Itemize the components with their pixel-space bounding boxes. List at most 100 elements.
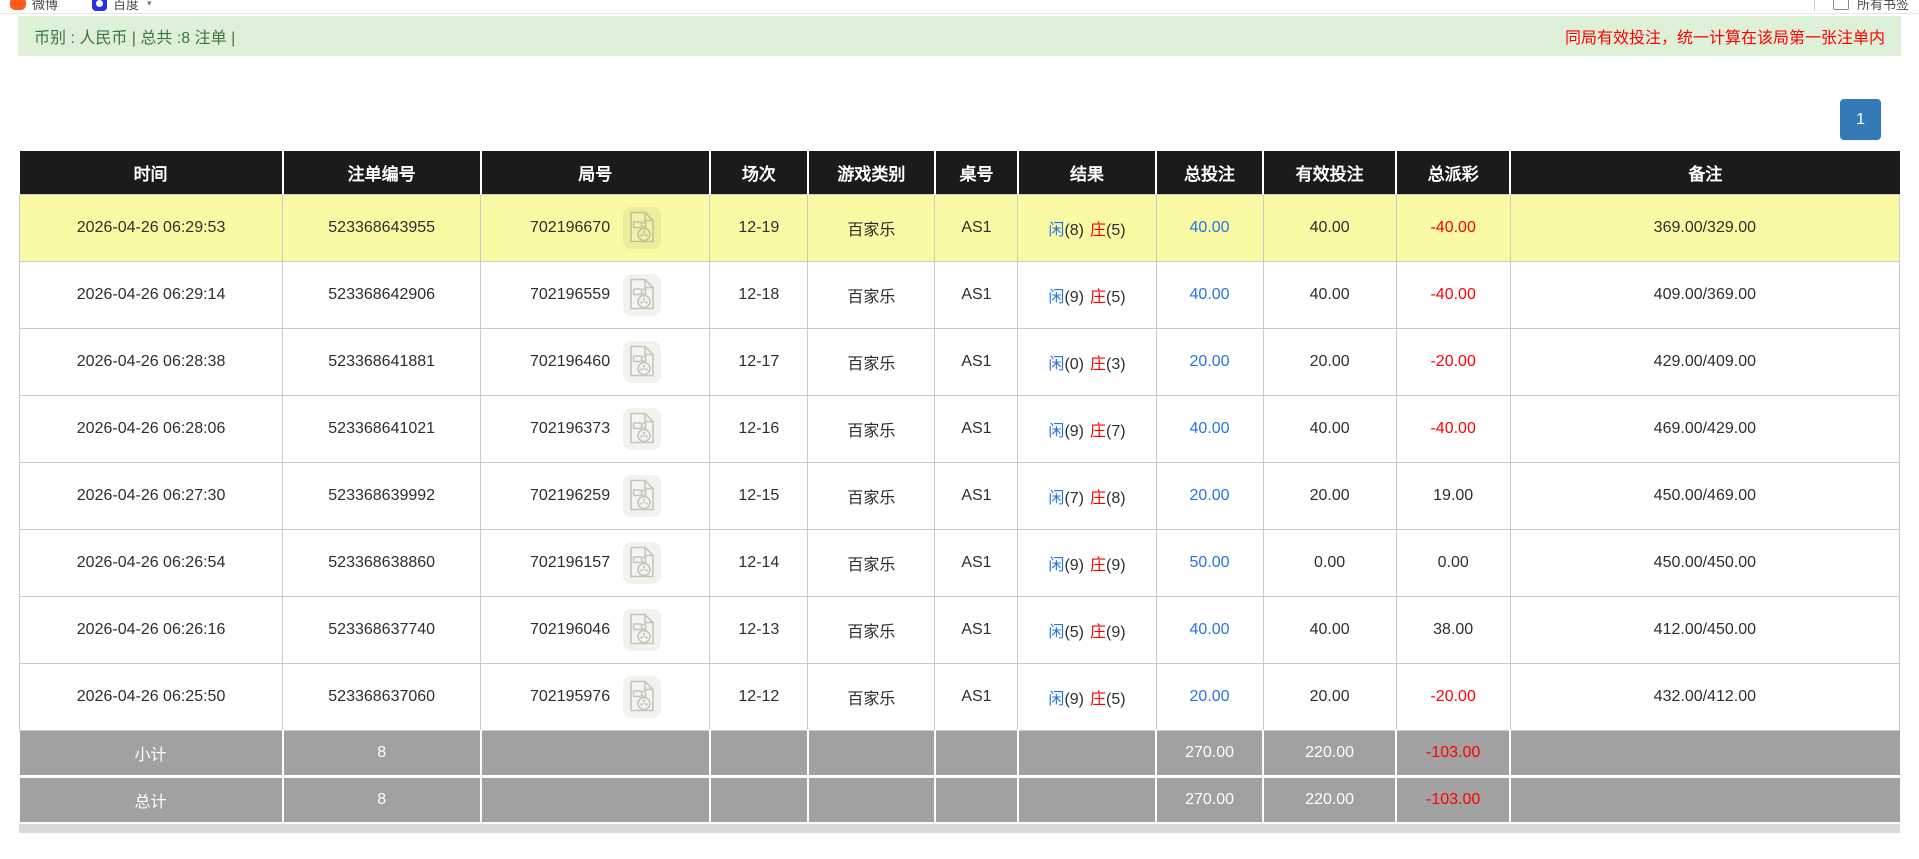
cell-bet-id: 523368639992 [282,462,482,530]
cell-table-no: AS1 [934,328,1019,396]
cell-remark: 450.00/450.00 [1509,529,1901,597]
player-points: (9) [1064,289,1084,306]
column-header-6: 桌号 [934,151,1019,195]
cell-total-bet: 20.00 [1155,328,1264,396]
baidu-icon [92,0,108,11]
cell-bet-id: 523368641021 [282,395,482,463]
bet-records-table: 时间 注单编号 局号 场次 游戏类别 桌号 结果 总投注 有效投注 总派彩 备注 2026-04-2… [18,151,1901,822]
bookmark-item[interactable]: 百度 ▾ [92,0,152,13]
film-document-icon [629,479,654,511]
player-result-label: 闲 [1048,490,1065,507]
table-row: 2026-04-26 06:28:38 523368641881 7021964… [18,328,1901,396]
cell-session: 12-12 [709,663,809,731]
bookmark-label: 百度 [113,0,140,12]
video-replay-button[interactable] [622,207,661,249]
empty-cell [807,775,936,822]
empty-cell [934,775,1019,822]
video-replay-button[interactable] [622,475,661,517]
cell-payout: 0.00 [1395,529,1511,597]
cell-game-type: 百家乐 [807,328,936,396]
cell-remark: 412.00/450.00 [1509,596,1901,664]
cell-payout: 38.00 [1395,596,1511,664]
cell-valid-bet: 20.00 [1262,663,1397,731]
cell-result: 闲(0) 庄(3) [1017,328,1157,396]
cell-time: 2026-04-26 06:27:30 [18,462,284,530]
player-points: (9) [1064,557,1084,574]
player-result-label: 闲 [1048,423,1065,440]
cell-payout: -20.00 [1395,328,1511,396]
player-points: (0) [1064,356,1084,373]
cell-round-id: 702196157 [480,529,711,597]
player-result-label: 闲 [1048,557,1065,574]
cell-result: 闲(8) 庄(5) [1017,194,1157,262]
bookmark-label: 微博 [32,0,59,12]
cell-valid-bet: 40.00 [1262,395,1397,463]
cell-game-type: 百家乐 [807,462,936,530]
video-replay-button[interactable] [622,341,661,383]
bookmark-item[interactable]: 微博 [10,0,58,13]
film-document-icon [629,345,654,377]
all-bookmarks-button[interactable]: 所有书签 [1857,0,1909,13]
cell-valid-bet: 20.00 [1262,328,1397,396]
subtotal-payout: -103.00 [1396,730,1512,777]
round-id-text: 702196046 [530,621,611,639]
cell-total-bet: 40.00 [1155,261,1264,329]
cell-bet-id: 523368641881 [282,328,482,396]
banker-points: (3) [1106,356,1126,373]
subtotal-row: 小计 8 270.00 220.00 -103.00 [19,730,1900,777]
currency-total-text: 币别 : 人民币 | 总共 :8 注单 | [34,30,236,47]
cell-remark: 469.00/429.00 [1509,395,1901,463]
video-replay-button[interactable] [622,408,661,450]
cell-round-id: 702196259 [480,462,711,530]
page-1-button[interactable]: 1 [1840,99,1881,140]
table-row: 2026-04-26 06:26:54 523368638860 7021961… [18,529,1901,597]
cell-table-no: AS1 [934,663,1019,731]
empty-cell [480,730,711,777]
video-replay-button[interactable] [622,609,661,651]
cell-remark: 369.00/329.00 [1509,194,1901,262]
cell-valid-bet: 40.00 [1262,596,1397,664]
round-id-text: 702196259 [530,487,611,505]
table-header-row: 时间 注单编号 局号 场次 游戏类别 桌号 结果 总投注 有效投注 总派彩 备注 [19,151,1900,195]
cell-total-bet: 50.00 [1155,529,1264,597]
video-replay-button[interactable] [622,274,661,316]
cell-round-id: 702196559 [480,261,711,329]
cell-game-type: 百家乐 [807,261,936,329]
banker-result-label: 庄 [1090,423,1107,440]
cell-time: 2026-04-26 06:29:53 [18,194,284,262]
grandtotal-payout: -103.00 [1396,775,1512,822]
cell-remark: 429.00/409.00 [1509,328,1901,396]
horizontal-scrollbar[interactable] [19,824,1900,833]
table-row: 2026-04-26 06:25:50 523368637060 7021959… [18,663,1901,731]
cell-table-no: AS1 [934,395,1019,463]
banker-points: (9) [1106,557,1126,574]
column-header-11: 备注 [1510,151,1900,195]
chat-bubble-icon [10,0,26,10]
grandtotal-valid-bet: 220.00 [1263,775,1398,822]
cell-result: 闲(7) 庄(8) [1017,462,1157,530]
cell-session: 12-13 [709,596,809,664]
video-replay-button[interactable] [622,542,661,584]
column-header-9: 有效投注 [1263,151,1398,195]
table-row: 2026-04-26 06:28:06 523368641021 7021963… [18,395,1901,463]
cell-table-no: AS1 [934,529,1019,597]
cell-remark: 409.00/369.00 [1509,261,1901,329]
empty-cell [934,730,1019,777]
bookmarks-bar: 微博 百度 ▾ 所有书签 [0,0,1919,14]
player-result-label: 闲 [1048,691,1065,708]
round-id-text: 702196559 [530,286,611,304]
cell-session: 12-16 [709,395,809,463]
cell-time: 2026-04-26 06:26:54 [18,529,284,597]
subtotal-valid-bet: 220.00 [1263,730,1398,777]
banker-points: (5) [1106,289,1126,306]
film-document-icon [629,613,654,645]
player-result-label: 闲 [1048,356,1065,373]
player-result-label: 闲 [1048,624,1065,641]
video-replay-button[interactable] [622,676,661,718]
cell-total-bet: 40.00 [1155,395,1264,463]
column-header-2: 注单编号 [282,151,482,195]
banker-points: (9) [1106,624,1126,641]
cell-total-bet: 20.00 [1155,462,1264,530]
banker-result-label: 庄 [1090,490,1107,507]
empty-cell [1510,775,1900,822]
